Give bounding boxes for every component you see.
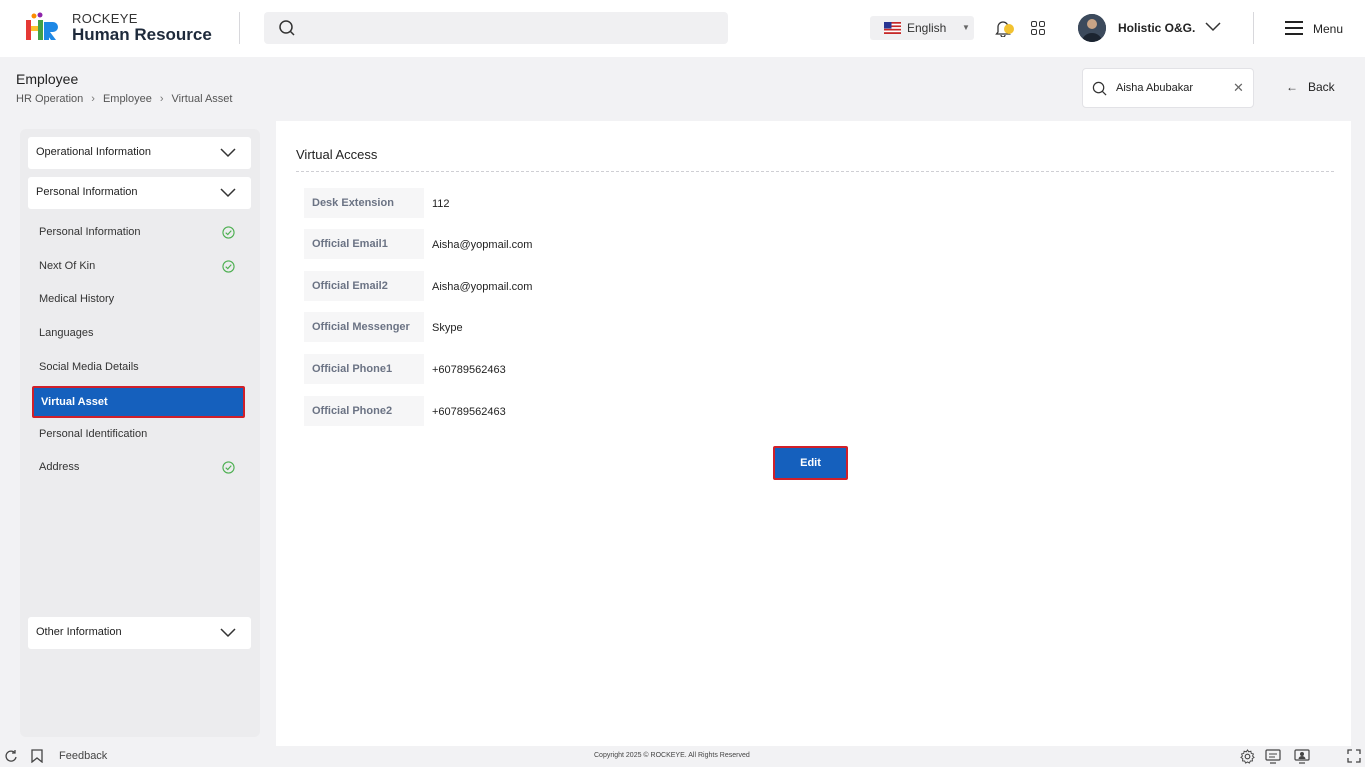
field-label: Desk Extension	[304, 188, 424, 218]
user-avatar[interactable]	[1078, 14, 1106, 42]
check-circle-icon	[222, 260, 235, 273]
section-title: Virtual Access	[296, 147, 378, 162]
sidebar-item-personal-information[interactable]: Personal Information	[39, 226, 141, 238]
notification-badge	[1004, 24, 1014, 34]
field-value: +60789562463	[432, 364, 506, 376]
check-circle-icon	[222, 226, 235, 239]
sidebar-item-virtual-asset[interactable]: Virtual Asset	[32, 386, 245, 418]
sidebar-item-languages[interactable]: Languages	[39, 327, 93, 339]
section-personal-information[interactable]: Personal Information	[28, 177, 251, 209]
refresh-icon[interactable]	[4, 749, 18, 763]
section-label: Personal Information	[36, 186, 138, 198]
search-icon	[1092, 81, 1107, 96]
field-value: Aisha@yopmail.com	[432, 281, 533, 293]
sidebar-item-address[interactable]: Address	[39, 461, 79, 473]
field-value: +60789562463	[432, 406, 506, 418]
section-other-information[interactable]: Other Information	[28, 617, 251, 649]
chevron-down-icon	[220, 628, 236, 638]
brand-subtitle: ROCKEYE	[72, 11, 138, 26]
field-label: Official Email2	[304, 271, 424, 301]
fullscreen-icon[interactable]	[1347, 749, 1361, 763]
section-label: Other Information	[36, 626, 122, 638]
breadcrumb-item[interactable]: HR Operation	[16, 93, 83, 105]
section-operational-information[interactable]: Operational Information	[28, 137, 251, 169]
breadcrumb-item[interactable]: Employee	[103, 93, 152, 105]
breadcrumb: HR Operation › Employee › Virtual Asset	[16, 93, 232, 105]
check-circle-icon	[222, 461, 235, 474]
field-value: 112	[432, 198, 450, 210]
field-label: Official Email1	[304, 229, 424, 259]
brand-title: Human Resource	[72, 25, 212, 44]
employee-search-field[interactable]: Aisha Abubakar ✕	[1082, 68, 1254, 108]
user-name[interactable]: Holistic O&G.	[1118, 21, 1195, 35]
monitor-icon[interactable]	[1265, 749, 1281, 764]
chevron-right-icon: ›	[91, 93, 95, 105]
section-label: Operational Information	[36, 146, 151, 158]
back-button[interactable]: ← Back	[1286, 80, 1335, 94]
clear-icon[interactable]: ✕	[1233, 80, 1244, 96]
chevron-right-icon: ›	[159, 93, 164, 105]
footer: Feedback Copyright 2025 © ROCKEYE. All R…	[0, 746, 1365, 767]
rockeye-logo	[26, 12, 58, 40]
field-label: Official Phone2	[304, 396, 424, 426]
language-select[interactable]: English ▼	[870, 16, 974, 40]
edit-button[interactable]: Edit	[773, 446, 848, 480]
virtual-access-card: Virtual Access Desk Extension 112 Offici…	[276, 121, 1351, 746]
hamburger-menu-icon[interactable]	[1285, 21, 1303, 35]
employee-search-value: Aisha Abubakar	[1116, 82, 1194, 94]
sidebar-item-medical-history[interactable]: Medical History	[39, 293, 114, 305]
settings-gear-icon[interactable]	[1240, 749, 1255, 764]
page-title: Employee	[16, 71, 79, 87]
field-value: Aisha@yopmail.com	[432, 239, 533, 251]
field-label: Official Messenger	[304, 312, 424, 342]
field-value: Skype	[432, 322, 463, 334]
bookmark-icon[interactable]	[31, 749, 43, 763]
header-divider	[1253, 12, 1254, 44]
remote-support-icon[interactable]	[1294, 749, 1310, 764]
search-icon	[279, 20, 295, 36]
sidebar-item-label: Virtual Asset	[41, 396, 108, 408]
menu-button[interactable]: Menu	[1313, 22, 1343, 36]
sidebar-item-social-media-details[interactable]: Social Media Details	[39, 361, 139, 373]
field-label: Official Phone1	[304, 354, 424, 384]
feedback-link[interactable]: Feedback	[59, 750, 107, 762]
chevron-down-icon[interactable]	[1205, 22, 1221, 32]
language-label: English	[907, 21, 947, 35]
section-divider	[296, 171, 1334, 172]
arrow-left-icon: ←	[1286, 80, 1298, 94]
user-photo-icon	[1078, 14, 1106, 42]
apps-grid-icon[interactable]	[1031, 21, 1045, 35]
chevron-down-icon	[220, 188, 236, 198]
global-search-input[interactable]	[264, 12, 728, 44]
us-flag-icon	[884, 22, 901, 34]
chevron-down-icon	[220, 148, 236, 158]
sidebar-item-next-of-kin[interactable]: Next Of Kin	[39, 260, 95, 272]
caret-down-icon: ▼	[962, 23, 970, 32]
top-bar: ROCKEYE Human Resource English ▼ Holisti…	[0, 0, 1365, 57]
breadcrumb-item: Virtual Asset	[171, 93, 233, 105]
header-divider	[239, 12, 240, 44]
sidebar-item-personal-identification[interactable]: Personal Identification	[39, 428, 147, 440]
copyright-text: Copyright 2025 © ROCKEYE. All Rights Res…	[594, 752, 750, 759]
back-label: Back	[1308, 80, 1335, 94]
